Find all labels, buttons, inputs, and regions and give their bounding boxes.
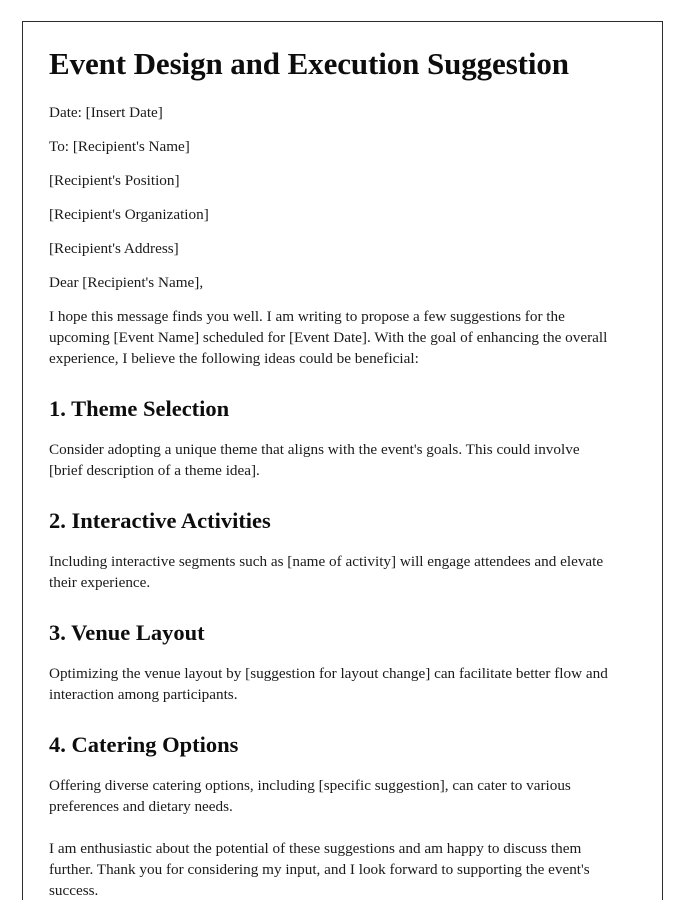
- section-heading: 1. Theme Selection: [49, 395, 230, 421]
- section-heading: 3. Venue Layout: [49, 619, 205, 645]
- recipient-block: Date: [Insert Date] To: [Recipient's Nam…: [49, 102, 612, 259]
- section-heading: 2. Interactive Activities: [49, 507, 271, 533]
- section-interactive-activities: 2. Interactive Activities Including inte…: [49, 507, 612, 593]
- section-body: Offering diverse catering options, inclu…: [49, 776, 571, 815]
- recipient-name-line: To: [Recipient's Name]: [49, 137, 190, 155]
- section-venue-layout: 3. Venue Layout Optimizing the venue lay…: [49, 619, 612, 705]
- intro-paragraph: I hope this message finds you well. I am…: [49, 307, 608, 367]
- section-body: Consider adopting a unique theme that al…: [49, 440, 580, 479]
- document-page: Event Design and Execution Suggestion Da…: [22, 21, 663, 900]
- recipient-position-line: [Recipient's Position]: [49, 171, 180, 189]
- section-theme-selection: 1. Theme Selection Consider adopting a u…: [49, 395, 612, 481]
- closing-paragraph: I am enthusiastic about the potential of…: [49, 839, 590, 899]
- page-title: Event Design and Execution Suggestion: [49, 46, 569, 81]
- section-body: Including interactive segments such as […: [49, 552, 604, 591]
- section-catering-options: 4. Catering Options Offering diverse cat…: [49, 731, 612, 817]
- document-viewport: Event Design and Execution Suggestion Da…: [0, 0, 700, 900]
- section-heading: 4. Catering Options: [49, 731, 239, 757]
- recipient-organization-line: [Recipient's Organization]: [49, 205, 209, 223]
- salutation: Dear [Recipient's Name],: [49, 273, 204, 291]
- recipient-address-line: [Recipient's Address]: [49, 239, 179, 257]
- date-line: Date: [Insert Date]: [49, 103, 163, 121]
- section-body: Optimizing the venue layout by [suggesti…: [49, 664, 608, 703]
